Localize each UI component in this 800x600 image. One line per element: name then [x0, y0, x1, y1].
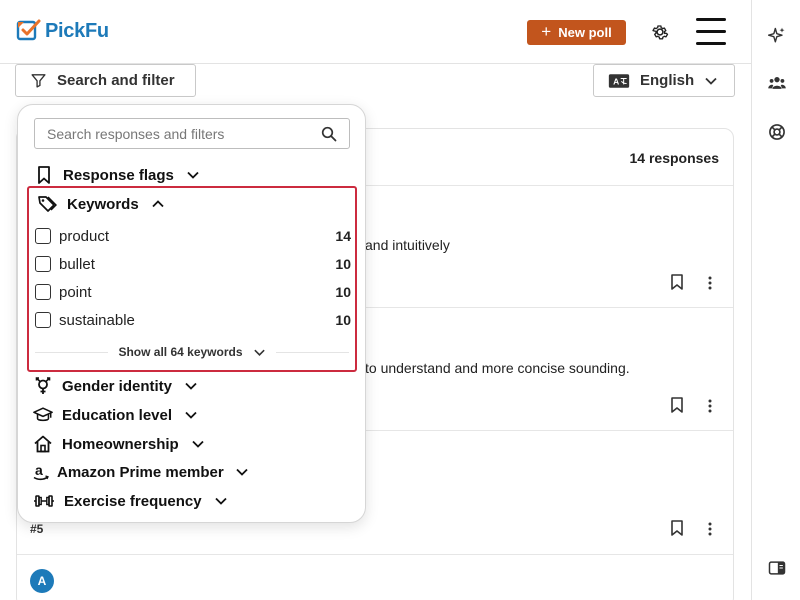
keyword-checkbox[interactable] — [35, 256, 51, 272]
section-label: Education level — [62, 406, 173, 424]
dumbbell-icon — [34, 495, 54, 507]
chevron-down-icon — [236, 468, 248, 476]
section-label: Homeownership — [62, 435, 179, 453]
keywords-section: Keywords product 14 bullet 10 point 10 s… — [27, 186, 357, 372]
chevron-down-icon — [185, 411, 197, 419]
search-and-filter-label: Search and filter — [57, 72, 175, 89]
house-icon — [34, 435, 52, 453]
keyword-count: 10 — [335, 312, 351, 328]
response-count: 14 responses — [629, 150, 720, 166]
svg-text:a: a — [35, 462, 43, 478]
section-exercise-frequency[interactable]: Exercise frequency — [33, 490, 228, 512]
more-vertical-icon[interactable] — [707, 398, 713, 414]
new-poll-button[interactable]: + New poll — [527, 20, 626, 45]
gender-icon — [35, 377, 51, 394]
keyword-checkbox[interactable] — [35, 228, 51, 244]
keyword-count: 10 — [335, 256, 351, 272]
language-selector[interactable]: A English — [593, 64, 735, 97]
more-vertical-icon[interactable] — [707, 275, 713, 291]
response-number: #5 — [30, 522, 44, 536]
keywords-header[interactable]: Keywords — [37, 194, 165, 214]
amazon-icon: a — [33, 462, 49, 481]
hamburger-menu-icon[interactable] — [696, 18, 726, 46]
chevron-down-icon — [185, 382, 197, 390]
chevron-down-icon — [192, 440, 204, 448]
chevron-down-icon — [214, 497, 227, 505]
bookmark-icon — [38, 166, 50, 184]
search-icon[interactable] — [321, 126, 337, 142]
search-responses-input[interactable] — [47, 125, 321, 142]
top-header: PickFu + New poll — [0, 0, 751, 64]
chevron-up-icon — [152, 200, 164, 208]
section-label: Gender identity — [62, 377, 173, 395]
users-icon[interactable] — [767, 73, 787, 93]
bookmark-icon[interactable] — [670, 520, 684, 536]
keyword-label: point — [59, 283, 92, 301]
keyword-count: 14 — [335, 228, 351, 244]
pickfu-logo-icon — [16, 19, 41, 41]
brand-name: PickFu — [45, 19, 109, 42]
keyword-row-sustainable[interactable]: sustainable 10 — [35, 310, 353, 330]
popup-search-box[interactable] — [34, 118, 350, 149]
show-all-label: Show all 64 keywords — [118, 345, 243, 359]
section-gender-identity[interactable]: Gender identity — [33, 375, 198, 397]
keyword-label: product — [59, 227, 110, 245]
show-all-keywords-button[interactable]: Show all 64 keywords — [29, 343, 355, 361]
chevron-down-icon — [705, 77, 717, 85]
keyword-label: sustainable — [59, 311, 135, 329]
plus-icon: + — [541, 22, 552, 41]
keyword-count: 10 — [335, 284, 351, 300]
section-label: Amazon Prime member — [57, 463, 224, 481]
divider — [17, 554, 733, 555]
gear-icon[interactable] — [650, 22, 670, 42]
language-icon: A — [608, 73, 630, 88]
filter-funnel-icon — [31, 74, 46, 88]
right-rail — [751, 0, 800, 600]
section-education-level[interactable]: Education level — [33, 404, 198, 426]
keywords-label: Keywords — [67, 195, 139, 213]
tags-icon — [38, 196, 57, 212]
help-lifebuoy-icon[interactable] — [767, 122, 787, 142]
keyword-label: bullet — [59, 255, 95, 273]
bookmark-icon[interactable] — [670, 274, 684, 290]
keyword-checkbox[interactable] — [35, 284, 51, 300]
new-poll-label: New poll — [558, 25, 612, 40]
sparkle-icon[interactable] — [767, 26, 787, 46]
response-snippet: to understand and more concise sounding. — [365, 360, 630, 376]
language-label: English — [640, 72, 695, 89]
response-snippet: and intuitively — [365, 237, 450, 253]
search-and-filter-button[interactable]: Search and filter — [15, 64, 196, 97]
section-response-flags[interactable]: Response flags — [34, 164, 200, 186]
sidebar-panel-icon[interactable] — [767, 558, 787, 578]
graduation-cap-icon — [33, 407, 53, 422]
section-label: Exercise frequency — [64, 492, 202, 510]
section-label: Response flags — [63, 166, 174, 184]
section-amazon-prime-member[interactable]: a Amazon Prime member — [33, 461, 249, 483]
bookmark-icon[interactable] — [670, 397, 684, 413]
svg-text:A: A — [613, 76, 619, 86]
chevron-down-icon — [187, 171, 199, 179]
avatar: A — [30, 569, 54, 593]
chevron-down-icon — [253, 349, 265, 356]
keyword-row-point[interactable]: point 10 — [35, 282, 353, 302]
keyword-checkbox[interactable] — [35, 312, 51, 328]
keyword-row-bullet[interactable]: bullet 10 — [35, 254, 353, 274]
section-homeownership[interactable]: Homeownership — [33, 433, 205, 455]
keyword-row-product[interactable]: product 14 — [35, 226, 353, 246]
more-vertical-icon[interactable] — [707, 521, 713, 537]
filter-popup: Response flags Keywords product 14 bulle… — [17, 104, 366, 523]
brand-logo[interactable]: PickFu — [16, 18, 109, 44]
